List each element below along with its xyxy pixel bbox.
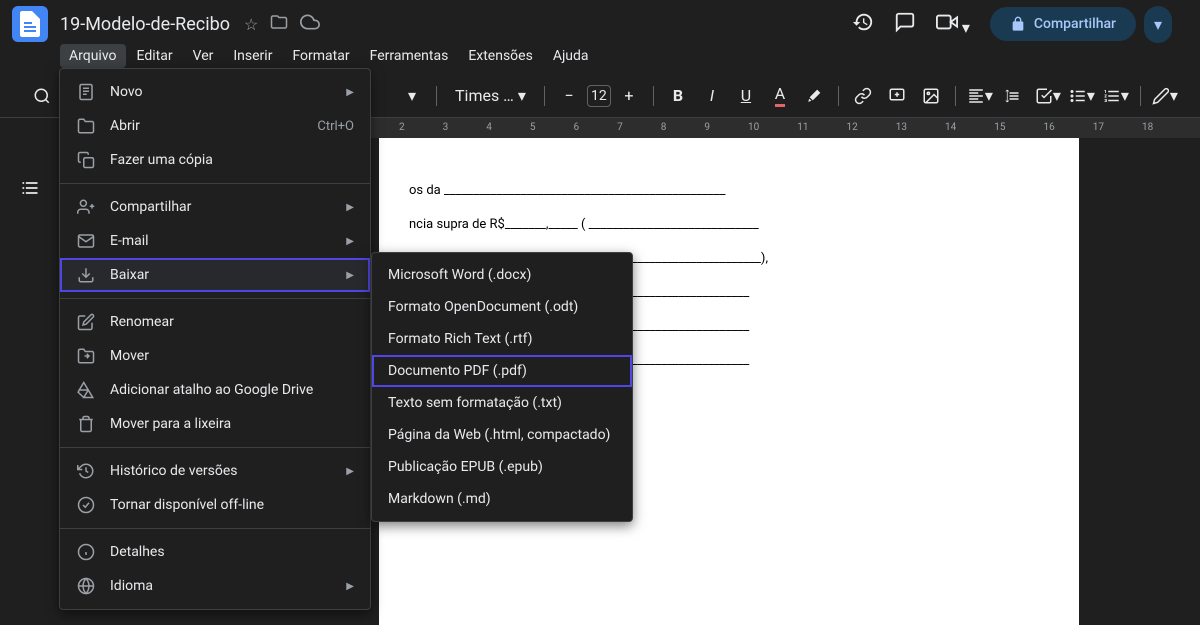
text-color-icon[interactable]: A: [766, 82, 794, 110]
download-option[interactable]: Microsoft Word (.docx): [372, 259, 632, 291]
mail-icon: [76, 232, 96, 250]
submenu-arrow-icon: ▶: [346, 87, 354, 98]
font-size-input[interactable]: [587, 85, 611, 107]
menu-item-fazer-uma-cópia[interactable]: Fazer uma cópia: [60, 143, 370, 177]
menu-formatar[interactable]: Formatar: [283, 44, 358, 68]
download-option[interactable]: Markdown (.md): [372, 483, 632, 515]
menu-item-adicionar-atalho-ao-google-drive[interactable]: Adicionar atalho ao Google Drive: [60, 373, 370, 407]
meet-icon[interactable]: ▾: [936, 11, 970, 37]
italic-icon[interactable]: I: [698, 82, 726, 110]
menu-item-baixar[interactable]: Baixar▶: [60, 258, 370, 292]
docs-app-icon[interactable]: [12, 6, 48, 42]
font-family-select[interactable]: Times … ▾: [447, 82, 534, 109]
offline-icon: [76, 496, 96, 514]
menu-ver[interactable]: Ver: [184, 44, 223, 68]
menu-item-detalhes[interactable]: Detalhes: [60, 535, 370, 569]
download-submenu: Microsoft Word (.docx)Formato OpenDocume…: [371, 252, 633, 522]
menu-item-mover-para-a-lixeira[interactable]: Mover para a lixeira: [60, 407, 370, 441]
menu-extensoes[interactable]: Extensões: [459, 44, 542, 68]
share-label: Compartilhar: [1034, 16, 1116, 32]
dropdown-arrow-icon[interactable]: ▾: [398, 82, 426, 110]
submenu-arrow-icon: ▶: [346, 466, 354, 477]
download-option[interactable]: Texto sem formatação (.txt): [372, 387, 632, 419]
submenu-arrow-icon: ▶: [346, 270, 354, 281]
pen-icon[interactable]: ▾: [1151, 82, 1179, 110]
trash-icon: [76, 415, 96, 433]
folder-icon: [76, 117, 96, 135]
download-option[interactable]: Publicação EPUB (.epub): [372, 451, 632, 483]
drive-add-icon: [76, 381, 96, 399]
increase-font-icon[interactable]: +: [615, 82, 643, 110]
chevron-down-icon: ▾: [518, 86, 526, 105]
checklist-icon[interactable]: ▾: [1034, 82, 1062, 110]
share-button[interactable]: Compartilhar: [990, 7, 1136, 41]
menu-item-abrir[interactable]: AbrirCtrl+O: [60, 109, 370, 143]
menu-ajuda[interactable]: Ajuda: [544, 44, 598, 68]
left-rail: [0, 138, 59, 625]
edit-icon: [76, 313, 96, 331]
move-icon[interactable]: [270, 13, 288, 35]
underline-icon[interactable]: U: [732, 82, 760, 110]
submenu-arrow-icon: ▶: [346, 581, 354, 592]
numbered-list-icon[interactable]: ▾: [1102, 82, 1130, 110]
download-option[interactable]: Formato Rich Text (.rtf): [372, 323, 632, 355]
star-icon[interactable]: ☆: [244, 15, 258, 34]
image-icon[interactable]: [917, 82, 945, 110]
link-icon[interactable]: [849, 82, 877, 110]
share-dropdown[interactable]: ▾: [1144, 6, 1172, 43]
copy-icon: [76, 151, 96, 169]
menu-item-renomear[interactable]: Renomear: [60, 305, 370, 339]
menu-item-idioma[interactable]: Idioma▶: [60, 569, 370, 603]
line-spacing-icon[interactable]: [1000, 82, 1028, 110]
outline-icon[interactable]: [20, 178, 40, 202]
history-icon: [76, 462, 96, 480]
menu-arquivo[interactable]: Arquivo: [60, 44, 126, 68]
download-option[interactable]: Documento PDF (.pdf): [372, 355, 632, 387]
info-icon: [76, 543, 96, 561]
highlight-icon[interactable]: [800, 82, 828, 110]
menu-item-histórico-de-versões[interactable]: Histórico de versões▶: [60, 454, 370, 488]
menu-item-compartilhar[interactable]: Compartilhar▶: [60, 190, 370, 224]
download-icon: [76, 266, 96, 284]
bold-icon[interactable]: B: [664, 82, 692, 110]
menu-inserir[interactable]: Inserir: [224, 44, 281, 68]
menu-item-novo[interactable]: Novo▶: [60, 75, 370, 109]
document-title[interactable]: 19-Modelo-de-Recibo: [60, 14, 230, 35]
titlebar: 19-Modelo-de-Recibo ☆ ▾ Compartilhar ▾: [0, 0, 1200, 40]
file-dropdown-menu: Novo▶AbrirCtrl+OFazer uma cópia Compartil…: [59, 68, 371, 610]
doc-icon: [76, 83, 96, 101]
comment-add-icon[interactable]: [883, 82, 911, 110]
comments-icon[interactable]: [894, 11, 916, 37]
download-option[interactable]: Página da Web (.html, compactado): [372, 419, 632, 451]
cloud-status-icon[interactable]: [300, 12, 320, 36]
menu-ferramentas[interactable]: Ferramentas: [361, 44, 458, 68]
person-add-icon: [76, 198, 96, 216]
download-option[interactable]: Formato OpenDocument (.odt): [372, 291, 632, 323]
search-icon[interactable]: [28, 82, 56, 110]
submenu-arrow-icon: ▶: [346, 236, 354, 247]
align-icon[interactable]: ▾: [966, 82, 994, 110]
menu-item-e-mail[interactable]: E-mail▶: [60, 224, 370, 258]
bullet-list-icon[interactable]: ▾: [1068, 82, 1096, 110]
menu-item-tornar-disponível-off-line[interactable]: Tornar disponível off-line: [60, 488, 370, 522]
history-icon[interactable]: [852, 11, 874, 37]
menu-item-mover[interactable]: Mover: [60, 339, 370, 373]
decrease-font-icon[interactable]: −: [555, 82, 583, 110]
menu-editar[interactable]: Editar: [128, 44, 182, 68]
submenu-arrow-icon: ▶: [346, 202, 354, 213]
move-icon: [76, 347, 96, 365]
globe-icon: [76, 577, 96, 595]
